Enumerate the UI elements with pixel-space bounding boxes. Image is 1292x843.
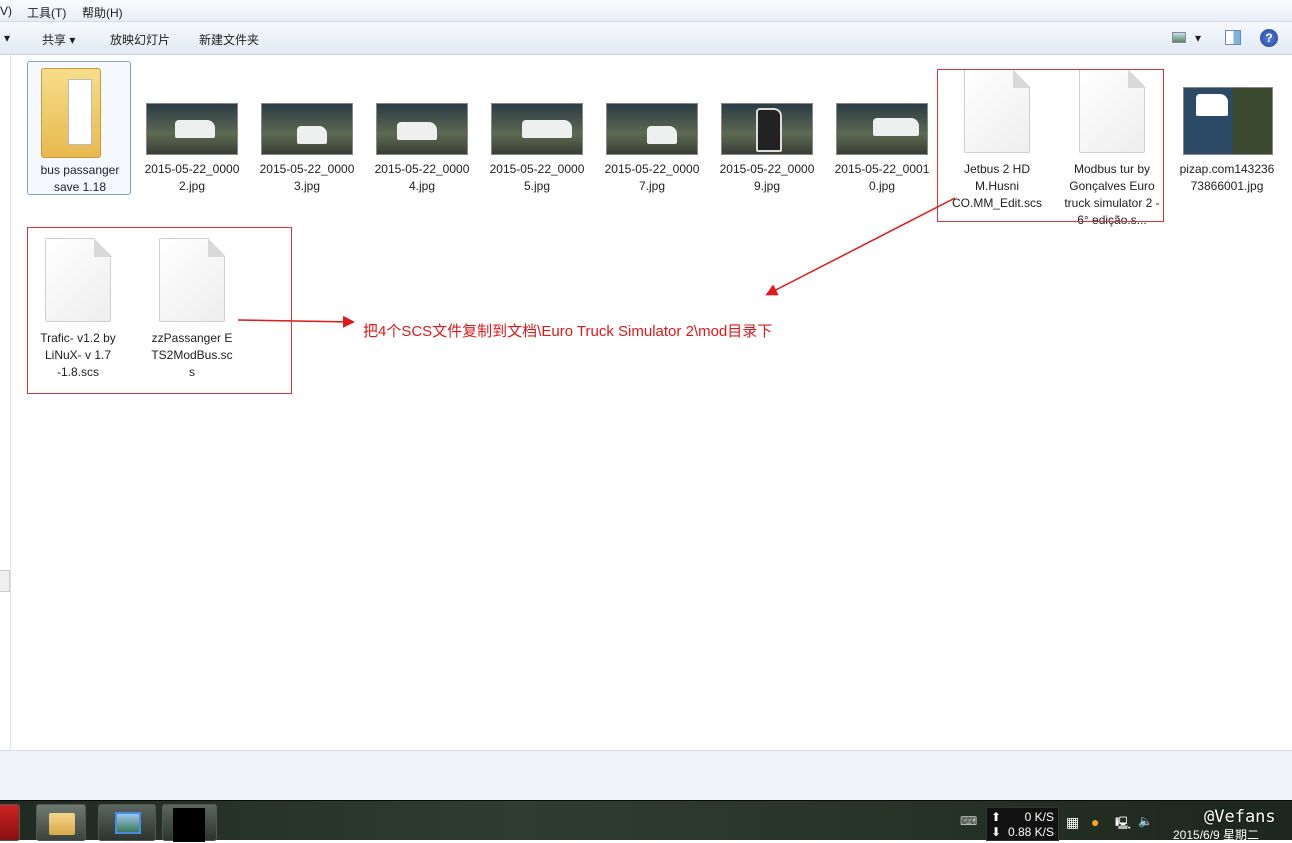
arrow-line: [237, 315, 355, 328]
explorer-taskbar-button[interactable]: [36, 804, 86, 841]
network-icon[interactable]: 🖳: [1115, 814, 1131, 835]
clock-date[interactable]: 2015/6/9 星期二: [1173, 826, 1259, 843]
arrow-line: [765, 197, 956, 296]
qq-icon[interactable]: ●: [1091, 814, 1099, 830]
annotation-arrows: [237, 197, 956, 328]
taskbar: ⌨ ⬆ 0 K/S ⬇ 0.88 K/S ▦ ● 🖳 🔈 @Vefans 2015/…: [0, 800, 1292, 843]
folder-icon: [49, 813, 75, 835]
picture-icon: [115, 812, 141, 834]
app-icon: [173, 808, 205, 842]
opera-taskbar-button[interactable]: [0, 804, 20, 841]
volume-icon[interactable]: 🔈: [1138, 814, 1153, 828]
annotation-text: 把4个SCS文件复制到文档\Euro Truck Simulator 2\mod…: [363, 323, 773, 340]
network-speed-meter: ⬆ 0 K/S ⬇ 0.88 K/S: [986, 807, 1059, 841]
watermark: @Vefans: [1204, 807, 1276, 827]
photo-viewer-taskbar-button[interactable]: [98, 804, 156, 841]
grid-icon[interactable]: ▦: [1066, 814, 1079, 831]
app-taskbar-button[interactable]: [162, 804, 217, 842]
keyboard-icon[interactable]: ⌨: [960, 814, 977, 828]
details-pane: [0, 750, 1292, 800]
